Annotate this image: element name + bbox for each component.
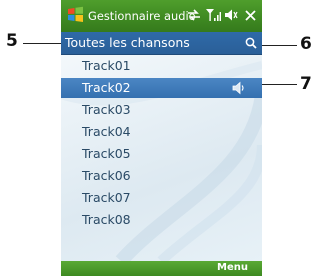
close-icon[interactable]: [245, 10, 256, 21]
track-title: Track08: [82, 212, 131, 227]
category-label: Toutes les chansons: [65, 35, 190, 50]
callout-5: 5: [6, 31, 18, 51]
window-title: Gestionnaire audio: [88, 9, 196, 23]
track-title: Track06: [82, 168, 131, 183]
track-title: Track04: [82, 124, 131, 139]
track-row-selected[interactable]: Track02: [61, 78, 262, 98]
track-list: Track01 Track02 Track03 Track04 Track05 …: [61, 55, 262, 261]
track-title: Track01: [82, 58, 131, 73]
speaker-icon: [232, 81, 244, 95]
sync-arrows-icon[interactable]: [187, 8, 201, 22]
track-row[interactable]: Track06: [61, 166, 262, 186]
track-title: Track02: [82, 80, 131, 95]
signal-icon[interactable]: [205, 8, 221, 22]
track-row[interactable]: Track01: [61, 56, 262, 76]
track-row[interactable]: Track08: [61, 210, 262, 230]
callout-5-line: [23, 43, 66, 44]
track-title: Track07: [82, 190, 131, 205]
device-screen: Gestionnaire audio Toutes les chansons T…: [61, 0, 262, 276]
track-title: Track03: [82, 102, 131, 117]
menu-softkey[interactable]: Menu: [217, 262, 248, 273]
callout-6: 6: [300, 34, 312, 54]
track-row[interactable]: Track04: [61, 122, 262, 142]
category-header[interactable]: Toutes les chansons: [61, 32, 262, 55]
search-icon[interactable]: [245, 37, 257, 49]
title-bar: Gestionnaire audio: [61, 0, 262, 32]
track-row[interactable]: Track03: [61, 100, 262, 120]
callout-7: 7: [300, 74, 312, 94]
track-row[interactable]: Track05: [61, 144, 262, 164]
track-title: Track05: [82, 146, 131, 161]
callout-6-line: [257, 45, 297, 46]
softkey-bar: Menu: [61, 261, 262, 276]
track-row[interactable]: Track07: [61, 188, 262, 208]
volume-icon[interactable]: [224, 8, 238, 22]
windows-start-icon[interactable]: [67, 6, 84, 23]
